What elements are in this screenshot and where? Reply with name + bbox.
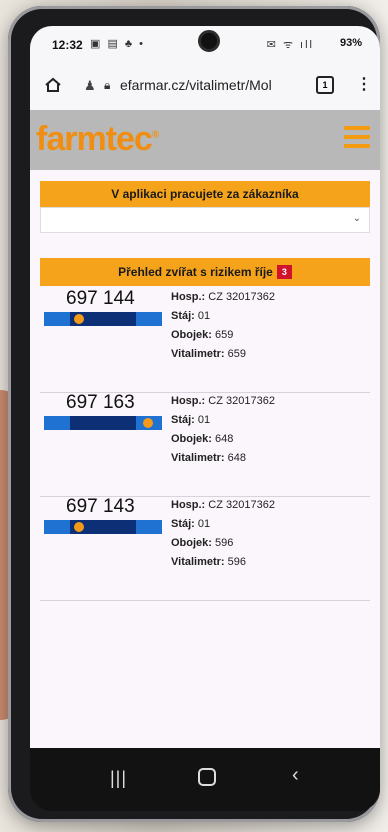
- staj-value: 01: [197, 310, 211, 322]
- vitality-marker: [74, 522, 84, 532]
- hosp-label: Hosp.:: [171, 291, 206, 303]
- address-bar[interactable]: efarmar.cz/vitalimetr/Mol: [120, 77, 296, 93]
- animal-card[interactable]: 697 163 Hosp.: CZ 32017362 Stáj: 01 Obojek:…: [40, 392, 370, 497]
- hosp-value: CZ 32017362: [208, 291, 275, 303]
- vitalimetr-value: 648: [227, 452, 247, 464]
- obojek-label: Obojek:: [171, 433, 212, 445]
- staj-label: Stáj:: [171, 310, 195, 322]
- front-camera: [198, 30, 220, 52]
- customer-banner: V aplikaci pracujete za zákazníka: [40, 181, 370, 207]
- hosp-label: Hosp.:: [171, 395, 206, 407]
- vitalimetr-label: Vitalimetr:: [171, 348, 225, 360]
- status-time: 12:32: [52, 38, 83, 52]
- signal-icons: ✉ ᯤ ıll: [266, 39, 314, 51]
- web-page: farmtec® V aplikaci pracujete za zákazní…: [30, 110, 380, 748]
- phone-frame: 12:32 ▣ ▤ ♣ • ✉ ᯤ ıll 93% ♟ 🔒︎ efarmar.c…: [8, 6, 380, 822]
- tab-switcher-icon[interactable]: 1: [316, 76, 334, 94]
- staj-value: 01: [197, 414, 211, 426]
- nav-home-icon[interactable]: [198, 768, 216, 786]
- obojek-label: Obojek:: [171, 537, 212, 549]
- obojek-value: 596: [215, 537, 234, 549]
- farmtec-logo[interactable]: farmtec®: [36, 120, 159, 159]
- risk-overview-banner[interactable]: Přehled zvířat s rizikem říje 3: [40, 258, 370, 286]
- vitalimetr-label: Vitalimetr:: [171, 556, 225, 568]
- animal-id: 697 163: [66, 392, 135, 413]
- risk-title: Přehled zvířat s rizikem říje: [118, 265, 273, 279]
- animal-info: Hosp.: CZ 32017362 Stáj: 01 Obojek: 596 Vit…: [171, 496, 275, 572]
- animal-card[interactable]: 697 144 Hosp.: CZ 32017362 Stáj: 01 Obojek:…: [40, 288, 370, 393]
- android-nav-bar: ||| ‹: [30, 748, 380, 811]
- obojek-value: 648: [215, 433, 234, 445]
- staj-label: Stáj:: [171, 518, 195, 530]
- risk-count-badge: 3: [276, 265, 292, 279]
- lock-icon: 🔒︎: [104, 78, 111, 92]
- browser-toolbar: ♟ 🔒︎ efarmar.cz/vitalimetr/Mol 1 ⋮: [30, 62, 380, 111]
- home-icon[interactable]: [44, 76, 62, 94]
- app-header: farmtec®: [30, 110, 380, 170]
- chevron-down-icon: ⌄: [352, 213, 361, 224]
- battery-level: 93%: [339, 37, 362, 49]
- incognito-icon: ♟: [84, 78, 96, 93]
- obojek-value: 659: [215, 329, 234, 341]
- staj-label: Stáj:: [171, 414, 195, 426]
- vitality-bar: [44, 312, 162, 326]
- animal-info: Hosp.: CZ 32017362 Stáj: 01 Obojek: 648 Vit…: [171, 392, 275, 468]
- vitality-bar: [44, 416, 162, 430]
- customer-select[interactable]: ⌄: [40, 207, 370, 233]
- notification-icons: ▣ ▤ ♣ •: [90, 38, 146, 50]
- hosp-value: CZ 32017362: [208, 499, 275, 511]
- vitalimetr-value: 659: [227, 348, 247, 360]
- back-icon[interactable]: ‹: [292, 764, 299, 787]
- hosp-value: CZ 32017362: [208, 395, 275, 407]
- hamburger-menu-icon[interactable]: [344, 126, 370, 148]
- hosp-label: Hosp.:: [171, 499, 206, 511]
- status-bar: 12:32 ▣ ▤ ♣ • ✉ ᯤ ıll 93%: [30, 26, 380, 62]
- recent-apps-icon[interactable]: |||: [110, 768, 127, 789]
- browser-menu-icon[interactable]: ⋮: [356, 74, 372, 94]
- animal-id: 697 143: [66, 496, 135, 517]
- vitality-marker: [74, 314, 84, 324]
- vitality-bar: [44, 520, 162, 534]
- vitality-marker: [143, 418, 153, 428]
- vitalimetr-label: Vitalimetr:: [171, 452, 225, 464]
- screen: 12:32 ▣ ▤ ♣ • ✉ ᯤ ıll 93% ♟ 🔒︎ efarmar.c…: [30, 26, 380, 811]
- animal-id: 697 144: [66, 288, 135, 309]
- vitalimetr-value: 596: [227, 556, 247, 568]
- animal-card[interactable]: 697 143 Hosp.: CZ 32017362 Stáj: 01 Obojek:…: [40, 496, 370, 601]
- animal-info: Hosp.: CZ 32017362 Stáj: 01 Obojek: 659 Vit…: [171, 288, 275, 364]
- staj-value: 01: [197, 518, 211, 530]
- obojek-label: Obojek:: [171, 329, 212, 341]
